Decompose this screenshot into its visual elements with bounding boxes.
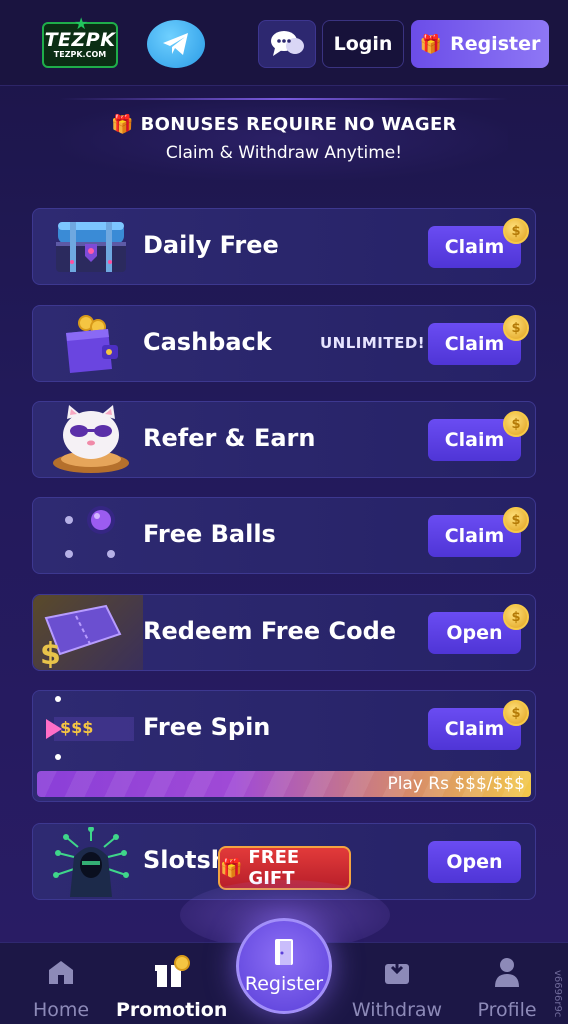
unlimited-badge: UNLIMITED! [320,334,426,352]
lucky-cat-icon [43,405,139,473]
coin-icon: $ [503,315,529,341]
gift-icon: 🎁 [419,33,443,55]
promo-card-redeem-code[interactable]: $ Redeem Free Code Open $ [32,594,536,671]
svg-text:$: $ [40,637,61,668]
promo-title: Cashback [143,328,272,356]
logo-subtext: TEZPK.COM [53,50,107,59]
nav-home[interactable]: Home [6,955,116,1024]
chat-button[interactable] [258,20,316,68]
profile-icon [452,955,562,989]
nav-register-button[interactable]: Register [236,918,332,1014]
promo-title: Refer & Earn [143,424,316,452]
coin-icon: $ [503,218,529,244]
no-wager-banner: 🎁 BONUSES REQUIRE NO WAGER Claim & Withd… [60,98,508,180]
banner-title-row: 🎁 BONUSES REQUIRE NO WAGER [60,114,508,135]
door-icon [275,939,293,965]
withdraw-icon [342,955,452,989]
spin-pointer-label: $$$ [60,718,94,737]
nav-home-label: Home [32,999,90,1021]
open-button[interactable]: Open [428,841,521,883]
nav-profile[interactable]: Profile [452,955,562,1024]
star-icon: ★ [74,14,89,33]
promo-card-daily-free[interactable]: Daily Free Claim $ [32,208,536,285]
banner-title: BONUSES REQUIRE NO WAGER [140,114,457,135]
progress-text: Play Rs $$$/$$$ [387,774,525,794]
gift-icon: 🎁 [111,114,134,135]
chat-bubbles-icon [271,31,304,56]
coin-icon: $ [503,507,529,533]
promo-title: Free Spin [143,713,271,741]
gift-icon: 🎁 [220,857,243,879]
promo-title: Free Balls [143,520,276,548]
treasure-chest-icon [43,215,139,279]
brand-logo[interactable]: ★ TEZPK TEZPK.COM [42,14,118,68]
logo-text: TEZPK [44,29,116,51]
login-button[interactable]: Login [322,20,404,68]
spin-progress-bar: Play Rs $$$/$$$ [37,771,531,797]
register-button[interactable]: 🎁 Register [411,20,549,68]
promo-title: Redeem Free Code [143,617,397,645]
gift-icon [116,955,226,989]
promo-card-refer-earn[interactable]: Refer & Earn Claim $ [32,401,536,478]
telegram-button[interactable] [147,20,205,68]
top-header: ★ TEZPK TEZPK.COM Login 🎁 Register [0,0,568,86]
banner-subtitle: Claim & Withdraw Anytime! [165,143,403,163]
coin-icon: $ [503,411,529,437]
banner-divider [60,98,508,100]
promo-card-free-spin[interactable]: $$$ Free Spin Claim $ Play Rs $$$/$$$ [32,690,536,802]
build-id: v6696r9c [552,970,563,1018]
nav-promotion-label: Promotion [116,999,228,1021]
nav-withdraw-label: Withdraw [351,999,443,1021]
ticket-icon: $ [33,595,143,670]
nav-withdraw[interactable]: Withdraw [342,955,452,1024]
coin-icon: $ [503,700,529,726]
nav-profile-label: Profile [477,999,537,1021]
balls-icon [43,504,139,568]
nav-register-label: Register [244,973,324,995]
home-icon [6,955,116,989]
promo-card-cashback[interactable]: Cashback UNLIMITED! Claim $ [32,305,536,382]
hacker-icon [43,827,139,897]
telegram-icon [163,33,188,55]
promo-title: Daily Free [143,231,279,259]
nav-promotion[interactable]: Promotion [116,955,228,1024]
promo-card-free-balls[interactable]: Free Balls Claim $ [32,497,536,574]
wallet-icon [43,312,139,376]
register-label: Register [450,33,541,55]
promo-title: Slotsh [143,846,228,874]
coin-icon: $ [503,604,529,630]
